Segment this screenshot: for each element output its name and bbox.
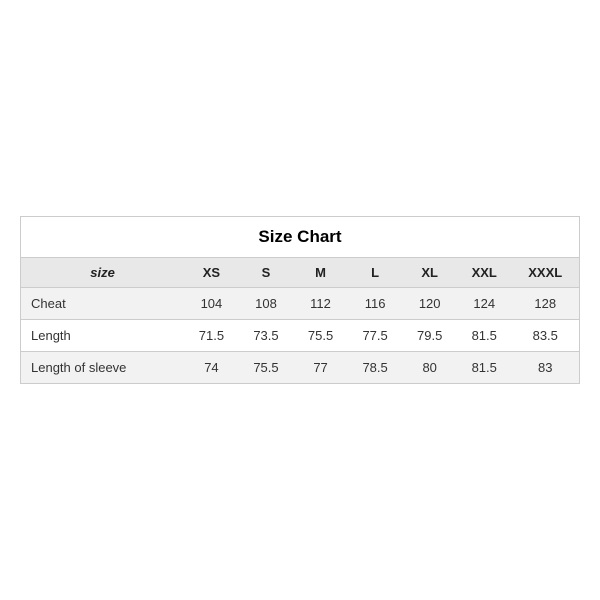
cell-value: 73.5 — [239, 320, 294, 352]
row-label: Length of sleeve — [21, 352, 185, 384]
cell-value: 112 — [293, 288, 348, 320]
chart-title: Size Chart — [21, 217, 580, 258]
title-row: Size Chart — [21, 217, 580, 258]
cell-value: 124 — [457, 288, 512, 320]
cell-value: 75.5 — [239, 352, 294, 384]
cell-value: 80 — [402, 352, 457, 384]
header-s: S — [239, 258, 294, 288]
header-m: M — [293, 258, 348, 288]
cell-value: 120 — [402, 288, 457, 320]
row-label: Length — [21, 320, 185, 352]
row-label: Cheat — [21, 288, 185, 320]
cell-value: 71.5 — [184, 320, 239, 352]
header-xxxl: XXXL — [512, 258, 580, 288]
header-row: size XS S M L XL XXL XXXL — [21, 258, 580, 288]
header-xl: XL — [402, 258, 457, 288]
table-row: Length71.573.575.577.579.581.583.5 — [21, 320, 580, 352]
cell-value: 83 — [512, 352, 580, 384]
header-l: L — [348, 258, 403, 288]
cell-value: 81.5 — [457, 352, 512, 384]
header-xxl: XXL — [457, 258, 512, 288]
cell-value: 77 — [293, 352, 348, 384]
cell-value: 77.5 — [348, 320, 403, 352]
cell-value: 74 — [184, 352, 239, 384]
cell-value: 81.5 — [457, 320, 512, 352]
cell-value: 79.5 — [402, 320, 457, 352]
header-xs: XS — [184, 258, 239, 288]
cell-value: 104 — [184, 288, 239, 320]
cell-value: 78.5 — [348, 352, 403, 384]
cell-value: 116 — [348, 288, 403, 320]
size-chart-table: Size Chart size XS S M L XL XXL XXXL Che… — [20, 216, 580, 384]
cell-value: 108 — [239, 288, 294, 320]
cell-value: 83.5 — [512, 320, 580, 352]
table-body: Cheat104108112116120124128Length71.573.5… — [21, 288, 580, 384]
table-row: Cheat104108112116120124128 — [21, 288, 580, 320]
header-size: size — [21, 258, 185, 288]
cell-value: 128 — [512, 288, 580, 320]
size-chart-container: Size Chart size XS S M L XL XXL XXXL Che… — [20, 216, 580, 384]
table-row: Length of sleeve7475.57778.58081.583 — [21, 352, 580, 384]
cell-value: 75.5 — [293, 320, 348, 352]
